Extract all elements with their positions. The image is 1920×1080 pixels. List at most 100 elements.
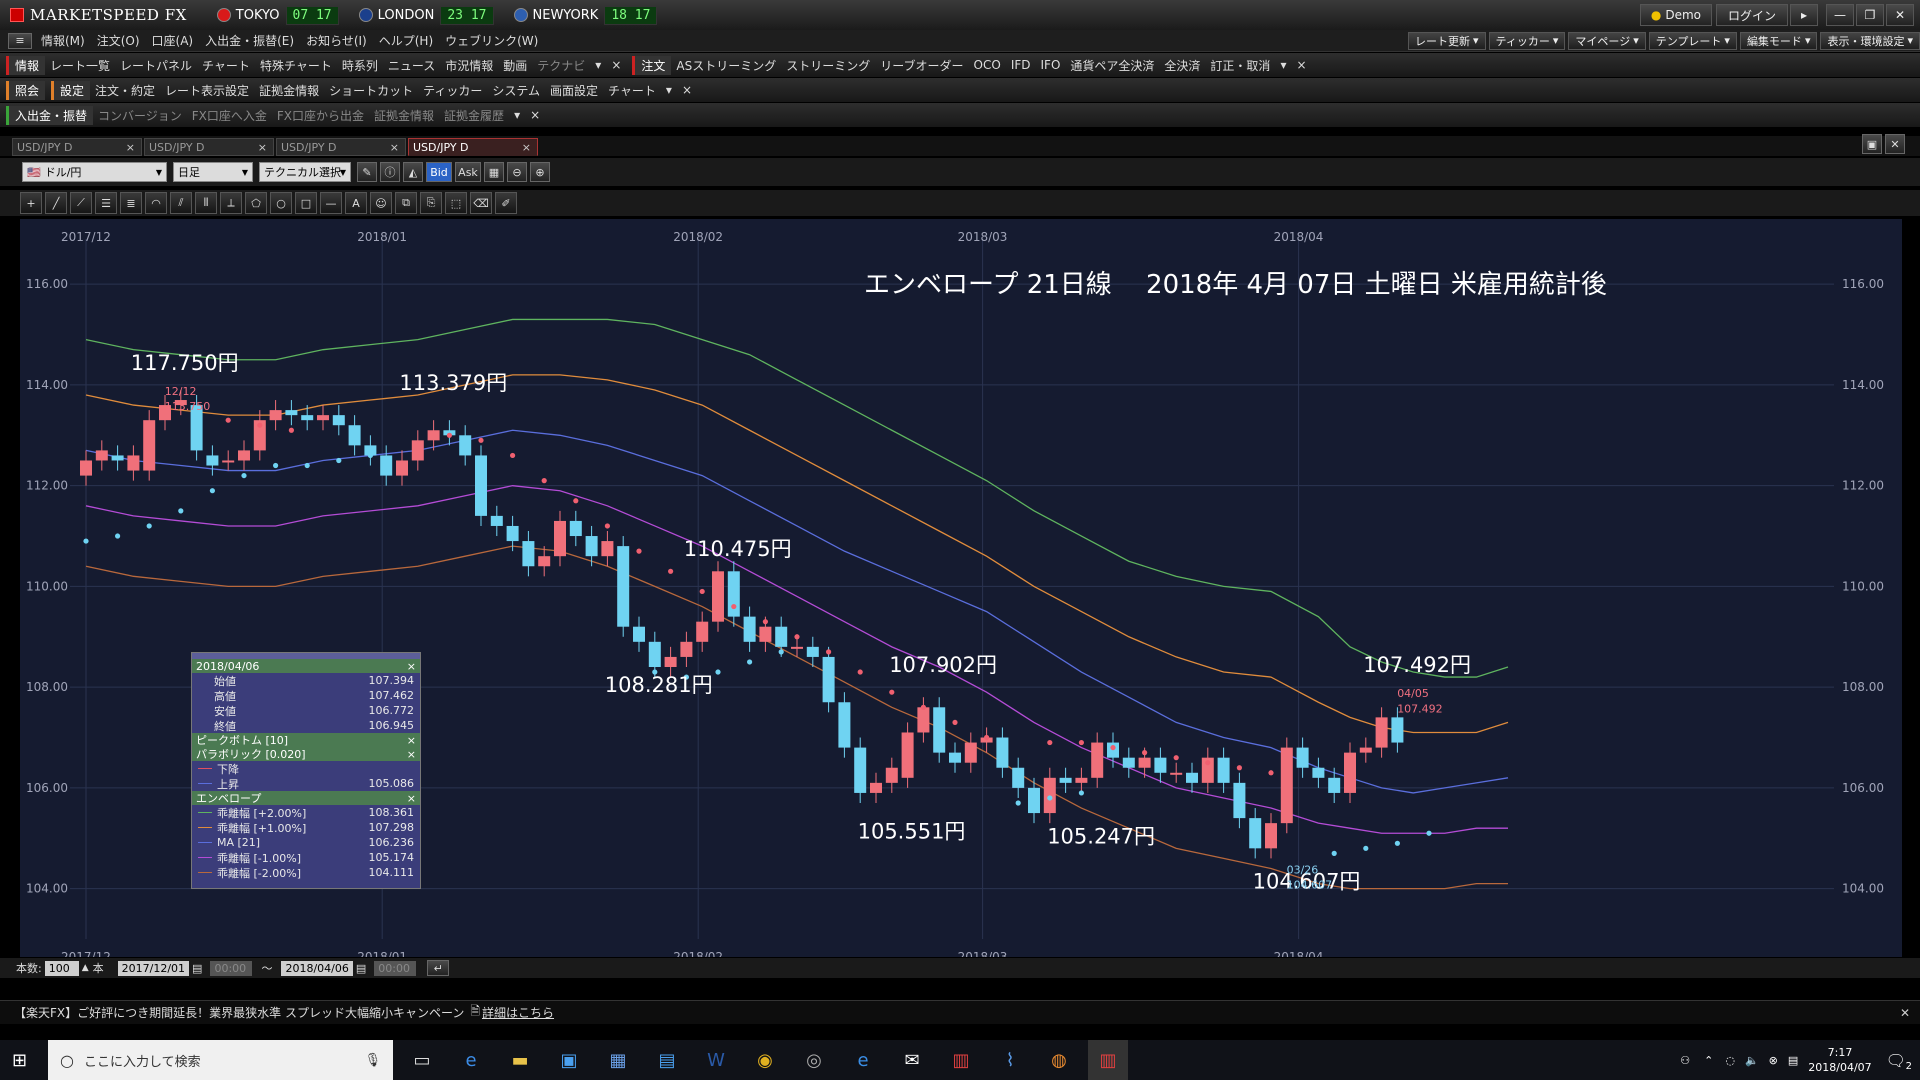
- close-icon[interactable]: ×: [530, 108, 540, 122]
- toolbar-item[interactable]: 注文・約定: [95, 82, 155, 99]
- toolbar-item[interactable]: ティッカー: [423, 82, 482, 99]
- ask-button[interactable]: Ask: [455, 162, 481, 182]
- mail-icon[interactable]: ✉: [892, 1040, 932, 1080]
- toolbar-item[interactable]: 全決済: [1164, 57, 1200, 74]
- toolbar-group[interactable]: 照会: [6, 80, 46, 100]
- menu-dropdown[interactable]: 編集モード ▾: [1739, 31, 1818, 50]
- chart-tab[interactable]: USD/JPY D ×: [408, 138, 538, 156]
- menu-item[interactable]: 注文(O): [97, 32, 140, 49]
- toolbar-item[interactable]: IFD: [1011, 58, 1031, 72]
- toolbar-item[interactable]: レート一覧: [50, 57, 110, 74]
- expand-icon[interactable]: ▸: [1790, 4, 1818, 26]
- ie-icon[interactable]: e: [451, 1040, 491, 1080]
- hamburger-icon[interactable]: ≡: [8, 32, 32, 49]
- info-icon[interactable]: ⓘ: [380, 162, 400, 182]
- calendar-icon[interactable]: ▤: [192, 962, 202, 975]
- toolbar-item[interactable]: リーブオーダー: [880, 57, 963, 74]
- clock[interactable]: 7:17 2018/04/07: [1808, 1045, 1871, 1075]
- zoom-out-icon[interactable]: ⊖: [507, 162, 527, 182]
- close-window-button[interactable]: ✕: [1886, 4, 1914, 26]
- from-time-input[interactable]: 00:00: [210, 960, 253, 976]
- close-icon[interactable]: ×: [126, 141, 135, 154]
- toolbar-item[interactable]: 証拠金履歴: [444, 107, 504, 124]
- edge-icon[interactable]: e: [843, 1040, 883, 1080]
- toolbar-item[interactable]: チャート: [202, 57, 250, 74]
- count-input[interactable]: 100: [44, 960, 79, 976]
- rectangle-icon[interactable]: □: [295, 192, 317, 214]
- toolbar-item[interactable]: チャート: [608, 82, 656, 99]
- grid-icon[interactable]: ▦: [484, 162, 504, 182]
- close-icon[interactable]: ×: [682, 83, 692, 97]
- chevron-up-icon[interactable]: ⌃: [1704, 1054, 1713, 1067]
- toolbar-item[interactable]: システム: [492, 82, 540, 99]
- close-icon[interactable]: ×: [1296, 58, 1306, 72]
- menu-item[interactable]: 情報(M): [41, 32, 85, 49]
- ray-icon[interactable]: ⟋: [70, 192, 92, 214]
- calendar-icon[interactable]: ▤: [356, 962, 366, 975]
- toolbar-group[interactable]: 注文: [632, 55, 672, 75]
- app2-icon[interactable]: ◍: [1039, 1040, 1079, 1080]
- ime-icon[interactable]: ▤: [1788, 1054, 1798, 1067]
- close-icon[interactable]: ×: [407, 748, 416, 761]
- trendline-icon[interactable]: ╱: [45, 192, 67, 214]
- window-app-icon[interactable]: ▤: [647, 1040, 687, 1080]
- bid-button[interactable]: Bid: [426, 162, 452, 182]
- login-button[interactable]: ログイン: [1716, 4, 1788, 26]
- toolbar-item[interactable]: 時系列: [342, 57, 378, 74]
- layers-icon[interactable]: ⬚: [445, 192, 467, 214]
- chevron-down-icon[interactable]: ▾: [1280, 58, 1286, 72]
- app-icon[interactable]: ⌇: [990, 1040, 1030, 1080]
- toolbar-item[interactable]: 証拠金情報: [374, 107, 434, 124]
- chevron-down-icon[interactable]: ▾: [595, 58, 601, 72]
- eraser-icon[interactable]: ⌫: [470, 192, 492, 214]
- period-select[interactable]: 日足 ▼: [173, 162, 253, 182]
- close-icon[interactable]: ×: [407, 660, 416, 673]
- menu-dropdown[interactable]: マイページ ▾: [1568, 31, 1646, 50]
- marketspeed-icon[interactable]: ▥: [941, 1040, 981, 1080]
- browser-icon[interactable]: ◎: [794, 1040, 834, 1080]
- mic-icon[interactable]: 🎙: [364, 1053, 381, 1068]
- toolbar-item[interactable]: ショートカット: [329, 82, 413, 99]
- toolbar-item[interactable]: レート表示設定: [165, 82, 249, 99]
- close-icon[interactable]: ×: [407, 792, 416, 805]
- toolbar-item[interactable]: コンバージョン: [98, 107, 182, 124]
- windows-start-icon[interactable]: ⊞: [12, 1050, 27, 1071]
- toolbar-item[interactable]: 証拠金情報: [259, 82, 319, 99]
- menu-item[interactable]: 入出金・振替(E): [205, 32, 294, 49]
- text-icon[interactable]: A: [345, 192, 367, 214]
- toolbar-item[interactable]: テクナビ: [537, 57, 585, 74]
- refresh-icon[interactable]: ↵: [427, 960, 450, 976]
- toolbar-item[interactable]: 訂正・取消: [1210, 57, 1270, 74]
- people-icon[interactable]: ⚇: [1680, 1054, 1690, 1067]
- menu-dropdown[interactable]: テンプレート ▾: [1648, 31, 1737, 50]
- toolbar-item[interactable]: FX口座から出金: [277, 107, 364, 124]
- crosshair-icon[interactable]: +: [20, 192, 42, 214]
- menu-dropdown[interactable]: レート更新 ▾: [1408, 31, 1486, 50]
- toolbar-item[interactable]: FX口座へ入金: [192, 107, 267, 124]
- to-time-input[interactable]: 00:00: [374, 960, 417, 976]
- store-icon[interactable]: ▣: [549, 1040, 589, 1080]
- to-date-input[interactable]: 2018/04/06: [281, 960, 353, 976]
- toolbar-group[interactable]: 設定: [51, 80, 91, 100]
- menu-item[interactable]: ヘルプ(H): [379, 32, 433, 49]
- menu-item[interactable]: 口座(A): [152, 32, 194, 49]
- toolbar-item[interactable]: 画面設定: [550, 82, 598, 99]
- explorer-icon[interactable]: ▬: [500, 1040, 540, 1080]
- arc-icon[interactable]: ◠: [145, 192, 167, 214]
- close-icon[interactable]: ×: [390, 141, 399, 154]
- close-icon[interactable]: ×: [522, 141, 531, 154]
- toolbar-group[interactable]: 入出金・振替: [6, 105, 94, 125]
- close-icon[interactable]: ×: [258, 141, 267, 154]
- paste-icon[interactable]: ⎘: [420, 192, 442, 214]
- volume-icon[interactable]: 🔈: [1745, 1054, 1759, 1067]
- menu-item[interactable]: お知らせ(I): [306, 32, 367, 49]
- menu-item[interactable]: ウェブリンク(W): [445, 32, 538, 49]
- fan-icon[interactable]: ⫽: [170, 192, 192, 214]
- restore-chart-icon[interactable]: ▣: [1862, 134, 1882, 154]
- chart-tab[interactable]: USD/JPY D ×: [276, 138, 406, 156]
- hline-icon[interactable]: —: [320, 192, 342, 214]
- zoom-in-icon[interactable]: ⊕: [530, 162, 550, 182]
- cycle-icon[interactable]: ⦀: [195, 192, 217, 214]
- pair-select[interactable]: 🇺🇸 ドル/円 ▼: [22, 162, 167, 182]
- chevron-down-icon[interactable]: ▾: [666, 83, 672, 97]
